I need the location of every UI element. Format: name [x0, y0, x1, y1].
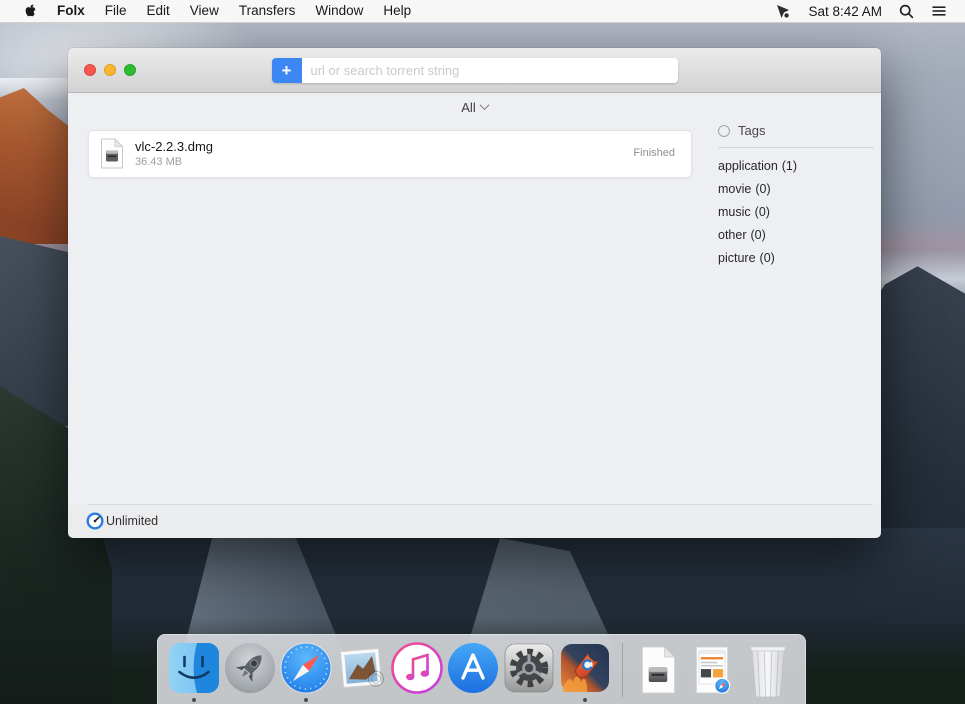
- running-indicator: [191, 698, 196, 702]
- tag-item-picture[interactable]: picture (0): [718, 247, 874, 270]
- notification-center-icon[interactable]: [927, 4, 951, 18]
- safari-icon: [280, 642, 332, 694]
- spotlight-search-icon[interactable]: [895, 4, 918, 19]
- apple-menu[interactable]: [14, 3, 47, 20]
- dock-item-safari[interactable]: [278, 635, 334, 704]
- close-button[interactable]: [84, 64, 96, 76]
- mail-icon: [340, 647, 385, 689]
- menu-item-file[interactable]: File: [95, 0, 137, 22]
- tags-title: Tags: [738, 123, 766, 138]
- dock-separator: [621, 643, 623, 697]
- speed-gauge-icon[interactable]: [86, 512, 104, 530]
- tag-label: other: [718, 228, 747, 242]
- running-indicator: [582, 698, 587, 702]
- tags-header[interactable]: Tags: [718, 123, 874, 138]
- tag-count: (0): [750, 228, 766, 242]
- dock-item-itunes[interactable]: [389, 635, 445, 704]
- tags-panel: Tags application (1) movie (0) music (0) ot…: [718, 123, 874, 270]
- tag-item-other[interactable]: other (0): [718, 224, 874, 247]
- speed-mode-label[interactable]: Unlimited: [106, 514, 158, 528]
- window-titlebar[interactable]: +: [68, 48, 881, 93]
- menu-item-edit[interactable]: Edit: [137, 0, 180, 22]
- trash-icon: [750, 646, 786, 698]
- tags-divider: [718, 147, 874, 148]
- dmg-file-icon: [642, 645, 676, 694]
- tags-list: application (1) movie (0) music (0) other (0…: [718, 155, 874, 270]
- tag-count: (0): [759, 251, 775, 265]
- menu-item-help[interactable]: Help: [373, 0, 421, 22]
- tag-count: (0): [754, 205, 770, 219]
- window-content: All vlc-2.2.3.dmg 36.43 MB Finished Tags…: [68, 93, 881, 504]
- menu-item-folx[interactable]: Folx: [47, 0, 95, 22]
- filter-dropdown[interactable]: All: [68, 99, 881, 115]
- add-download-button[interactable]: +: [271, 58, 302, 83]
- menu-item-transfers[interactable]: Transfers: [229, 0, 306, 22]
- zoom-button[interactable]: [124, 64, 136, 76]
- folx-menubar-icon[interactable]: [770, 3, 795, 19]
- folx-icon: [560, 644, 609, 692]
- window-status-bar: Unlimited: [68, 504, 881, 538]
- dock-item-folx[interactable]: [557, 635, 613, 704]
- download-size: 36.43 MB: [135, 156, 183, 168]
- menu-bar: Folx File Edit View Transfers Window Hel…: [0, 0, 965, 23]
- apple-icon: [25, 4, 38, 16]
- webpage-file-icon: [696, 646, 731, 694]
- app-store-icon: [447, 643, 498, 693]
- dock-item-mail[interactable]: [333, 635, 389, 704]
- folx-window: + All vlc-2.2.3.dmg 36.43 MB Finished: [68, 48, 881, 538]
- launchpad-icon: [224, 643, 275, 693]
- finder-icon: [168, 643, 219, 693]
- tag-label: movie: [718, 182, 752, 196]
- download-item[interactable]: vlc-2.2.3.dmg 36.43 MB Finished: [88, 130, 692, 178]
- minimize-button[interactable]: [104, 64, 116, 76]
- menu-item-view[interactable]: View: [180, 0, 229, 22]
- download-status: Finished: [633, 147, 675, 159]
- system-preferences-icon: [504, 643, 554, 693]
- dock-item-dmg-file[interactable]: [632, 635, 686, 704]
- tag-count: (0): [755, 182, 771, 196]
- dock: [157, 634, 806, 704]
- chevron-down-icon: [479, 99, 490, 110]
- tag-item-application[interactable]: application (1): [718, 155, 874, 178]
- tags-circle-icon: [718, 124, 730, 137]
- filter-dropdown-value: All: [461, 100, 476, 115]
- dock-item-webpage-file[interactable]: [685, 635, 739, 704]
- dmg-file-icon: [101, 138, 124, 169]
- tag-item-movie[interactable]: movie (0): [718, 178, 874, 201]
- tag-label: picture: [718, 251, 756, 265]
- tag-count: (1): [781, 159, 798, 173]
- url-search-bar: +: [271, 58, 678, 83]
- traffic-lights: [84, 64, 136, 76]
- itunes-icon: [391, 642, 443, 694]
- dock-item-launchpad[interactable]: [222, 635, 278, 704]
- dock-item-app-store[interactable]: [445, 635, 501, 704]
- download-name: vlc-2.2.3.dmg: [135, 139, 214, 154]
- dock-item-system-preferences[interactable]: [501, 635, 557, 704]
- menu-bar-clock[interactable]: Sat 8:42 AM: [804, 4, 886, 19]
- url-search-input[interactable]: [301, 58, 678, 83]
- dock-item-finder[interactable]: [166, 635, 222, 704]
- running-indicator: [303, 698, 308, 702]
- tag-label: application: [718, 159, 778, 173]
- tag-label: music: [718, 205, 751, 219]
- menu-bar-left: Folx File Edit View Transfers Window Hel…: [0, 0, 421, 22]
- tag-item-music[interactable]: music (0): [718, 201, 874, 224]
- menu-bar-status-area: Sat 8:42 AM: [770, 3, 965, 19]
- dock-item-trash[interactable]: [739, 635, 797, 704]
- menu-item-window[interactable]: Window: [305, 0, 373, 22]
- desktop: Folx File Edit View Transfers Window Hel…: [0, 0, 965, 704]
